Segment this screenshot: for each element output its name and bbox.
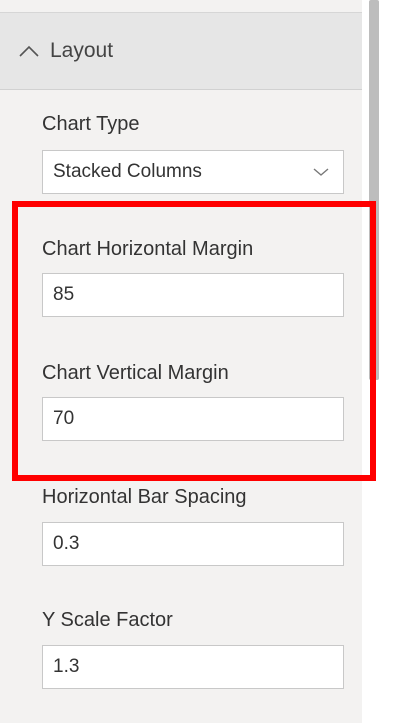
chevron-up-icon[interactable] — [18, 40, 40, 62]
vertical-margin-input[interactable]: 70 — [42, 397, 344, 441]
bar-spacing-label: Horizontal Bar Spacing — [42, 486, 247, 508]
horizontal-margin-label: Chart Horizontal Margin — [42, 238, 254, 260]
format-pane: Layout Chart Type Stacked Columns Chart … — [0, 0, 398, 723]
chart-type-label: Chart Type — [42, 113, 140, 135]
y-scale-input[interactable]: 1.3 — [42, 645, 344, 689]
layout-section-header[interactable]: Layout — [0, 13, 362, 90]
chart-type-dropdown[interactable]: Stacked Columns — [42, 150, 344, 194]
bar-spacing-input[interactable]: 0.3 — [42, 522, 344, 566]
y-scale-label: Y Scale Factor — [42, 609, 173, 631]
chart-type-value: Stacked Columns — [53, 161, 202, 182]
section-title: Layout — [50, 39, 114, 62]
format-panel: Layout Chart Type Stacked Columns Chart … — [0, 0, 363, 723]
horizontal-margin-input[interactable]: 85 — [42, 273, 344, 317]
vertical-margin-label: Chart Vertical Margin — [42, 362, 229, 384]
chevron-down-icon[interactable] — [313, 167, 329, 177]
scrollbar-thumb[interactable] — [369, 0, 379, 380]
